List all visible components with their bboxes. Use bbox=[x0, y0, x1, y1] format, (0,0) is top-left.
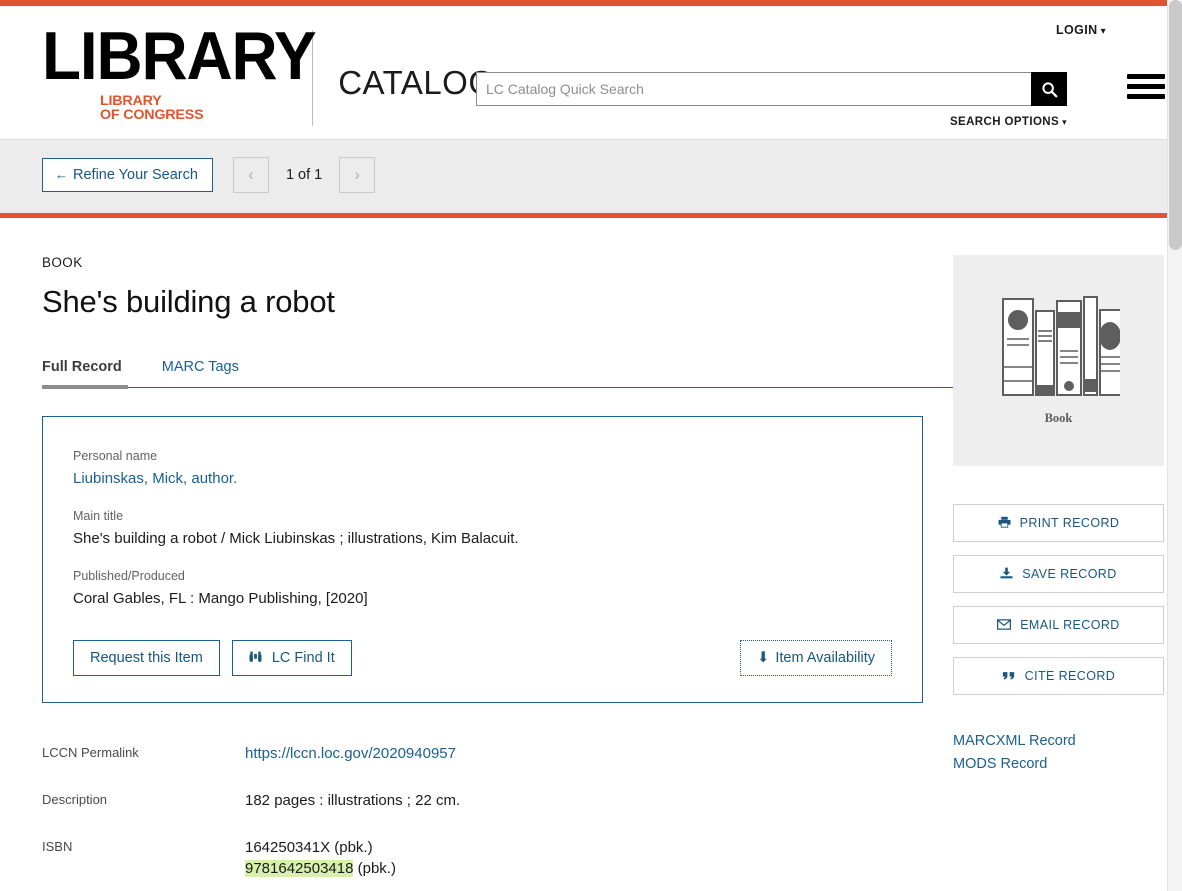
page-title: She's building a robot bbox=[42, 284, 335, 319]
detail-label: ISBN bbox=[42, 839, 73, 854]
brand-word: LIBRARY bbox=[42, 18, 317, 95]
field-label: Published/Produced bbox=[73, 569, 185, 583]
item-availability-label: Item Availability bbox=[775, 650, 875, 666]
library-wordmark: LIBRARY LIBRARY OF CONGRESS bbox=[42, 23, 317, 121]
refine-search-label: Refine Your Search bbox=[73, 167, 198, 183]
chevron-down-icon: ▾ bbox=[1062, 117, 1067, 127]
record-action-buttons: Request this Item LC Find It ⬇ Item Avai… bbox=[73, 640, 892, 676]
cover-thumbnail-placeholder: Book bbox=[953, 255, 1164, 466]
isbn-line-1: 164250341X (pbk.) bbox=[245, 839, 373, 856]
detail-row-isbn: ISBN 164250341X (pbk.) 9781642503418 (pb… bbox=[42, 837, 925, 879]
print-record-button[interactable]: PRINT RECORD bbox=[953, 504, 1164, 542]
detail-label: Description bbox=[42, 792, 108, 807]
page-scrollbar[interactable] bbox=[1167, 0, 1182, 891]
lccn-permalink-link[interactable]: https://lccn.loc.gov/2020940957 bbox=[245, 745, 456, 762]
field-published-produced: Published/Produced Coral Gables, FL : Ma… bbox=[73, 569, 892, 607]
field-value: She's building a robot / Mick Liubinskas… bbox=[73, 530, 519, 547]
detail-value: https://lccn.loc.gov/2020940957 bbox=[245, 743, 456, 764]
field-personal-name: Personal name Liubinskas, Mick, author. bbox=[73, 449, 892, 487]
search-options-toggle[interactable]: SEARCH OPTIONS ▾ bbox=[476, 116, 1067, 128]
detail-row-description: Description 182 pages : illustrations ; … bbox=[42, 790, 925, 811]
hamburger-bar bbox=[1127, 84, 1165, 89]
chevron-left-icon: ‹ bbox=[248, 165, 254, 184]
field-main-title: Main title She's building a robot / Mick… bbox=[73, 509, 892, 547]
record-column: BOOK She's building a robot Full Record … bbox=[42, 255, 1140, 891]
tab-full-record[interactable]: Full Record bbox=[42, 359, 128, 389]
record-format-links: MARCXML Record MODS Record bbox=[953, 733, 1164, 772]
field-value: Liubinskas, Mick, author. bbox=[73, 470, 892, 487]
mods-record-link[interactable]: MODS Record bbox=[953, 756, 1164, 772]
brand-sub-line1: LIBRARY bbox=[100, 93, 162, 108]
envelope-icon bbox=[997, 618, 1015, 632]
left-arrow-icon: ← bbox=[55, 167, 68, 182]
results-subnav: ← Refine Your Search ‹ 1 of 1 › bbox=[0, 139, 1182, 213]
field-label: Main title bbox=[73, 509, 124, 523]
next-page-button[interactable]: › bbox=[339, 157, 376, 193]
catalog-wordmark: CATALOG bbox=[338, 64, 495, 101]
isbn-line-2: 9781642503418 (pbk.) bbox=[245, 858, 396, 879]
search-input[interactable] bbox=[476, 72, 1031, 106]
scrollbar-thumb[interactable] bbox=[1169, 0, 1182, 250]
chevron-down-icon: ▾ bbox=[1100, 26, 1106, 37]
brand-sub-line2: OF CONGRESS bbox=[100, 106, 204, 122]
hamburger-bar bbox=[1127, 94, 1165, 99]
record-format-kicker: BOOK bbox=[42, 255, 83, 270]
main-content: BOOK She's building a robot Full Record … bbox=[0, 218, 1182, 891]
record-summary-card: Personal name Liubinskas, Mick, author. … bbox=[42, 416, 923, 703]
site-header: LIBRARY LIBRARY OF CONGRESS CATALOG LOGI… bbox=[0, 6, 1182, 139]
search-area: SEARCH OPTIONS▾ bbox=[476, 72, 1067, 128]
hamburger-menu-icon[interactable] bbox=[1127, 74, 1165, 99]
save-record-label: SAVE RECORD bbox=[1022, 567, 1117, 581]
request-this-item-button[interactable]: Request this Item bbox=[73, 640, 220, 676]
pagination: ‹ 1 of 1 › bbox=[232, 157, 376, 193]
prev-page-button[interactable]: ‹ bbox=[232, 157, 269, 193]
detail-label: LCCN Permalink bbox=[42, 745, 139, 760]
login-label: LOGIN bbox=[1055, 23, 1098, 37]
email-record-button[interactable]: EMAIL RECORD bbox=[953, 606, 1164, 644]
quote-icon bbox=[1002, 669, 1020, 683]
detail-row-lccn-permalink: LCCN Permalink https://lccn.loc.gov/2020… bbox=[42, 743, 925, 764]
tab-marc-tags[interactable]: MARC Tags bbox=[162, 359, 239, 387]
lc-find-it-label: LC Find It bbox=[271, 650, 335, 666]
lc-find-it-button[interactable]: LC Find It bbox=[231, 640, 352, 676]
down-arrow-icon: ⬇ bbox=[757, 650, 770, 666]
save-download-icon bbox=[1000, 567, 1017, 581]
hamburger-bar bbox=[1127, 74, 1165, 79]
chevron-right-icon: › bbox=[354, 165, 361, 184]
login-menu[interactable]: LOGIN ▾ bbox=[1056, 23, 1106, 37]
search-icon bbox=[1041, 81, 1057, 97]
page-root: LIBRARY LIBRARY OF CONGRESS CATALOG LOGI… bbox=[0, 0, 1182, 891]
brand-subtitle: LIBRARY OF CONGRESS bbox=[100, 94, 297, 121]
cite-record-button[interactable]: CITE RECORD bbox=[953, 657, 1164, 695]
search-bar bbox=[476, 72, 1067, 106]
isbn-qualifier: (pbk.) bbox=[353, 860, 396, 877]
item-availability-button[interactable]: ⬇ Item Availability bbox=[740, 640, 892, 676]
subnav-controls: ← Refine Your Search ‹ 1 of 1 › bbox=[42, 157, 376, 193]
books-on-shelf-icon bbox=[1001, 296, 1120, 396]
save-record-button[interactable]: SAVE RECORD bbox=[953, 555, 1164, 593]
binoculars-icon bbox=[249, 650, 266, 666]
field-value: Coral Gables, FL : Mango Publishing, [20… bbox=[73, 590, 368, 607]
page-indicator: 1 of 1 bbox=[285, 167, 323, 183]
site-logo[interactable]: LIBRARY LIBRARY OF CONGRESS CATALOG bbox=[42, 23, 495, 126]
print-record-label: PRINT RECORD bbox=[1019, 516, 1120, 530]
request-item-label: Request this Item bbox=[90, 650, 203, 666]
printer-icon bbox=[998, 516, 1015, 530]
marcxml-record-link[interactable]: MARCXML Record bbox=[953, 733, 1164, 749]
thumbnail-caption: Book bbox=[1044, 411, 1073, 425]
personal-name-link[interactable]: Liubinskas, Mick, author. bbox=[73, 470, 237, 487]
record-sidebar: Book PRINT RECORD SAVE RECORD EMAIL RECO… bbox=[953, 255, 1164, 779]
field-label: Personal name bbox=[73, 449, 158, 463]
cite-record-label: CITE RECORD bbox=[1024, 669, 1116, 683]
search-submit-button[interactable] bbox=[1031, 72, 1067, 106]
detail-value: 182 pages : illustrations ; 22 cm. bbox=[245, 792, 461, 809]
record-detail-rows: LCCN Permalink https://lccn.loc.gov/2020… bbox=[42, 743, 925, 891]
refine-search-button[interactable]: ← Refine Your Search bbox=[42, 158, 213, 192]
isbn-highlighted: 9781642503418 bbox=[245, 860, 354, 877]
detail-value: 164250341X (pbk.) 9781642503418 (pbk.) bbox=[245, 837, 396, 879]
email-record-label: EMAIL RECORD bbox=[1020, 618, 1120, 632]
search-options-label: SEARCH OPTIONS bbox=[949, 116, 1060, 128]
